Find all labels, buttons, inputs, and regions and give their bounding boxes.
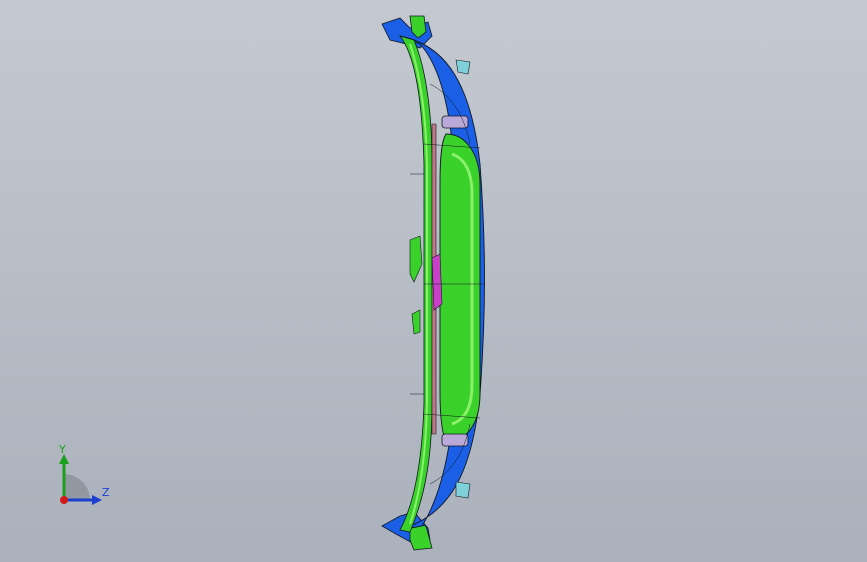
y-axis-label: Y [59, 443, 66, 456]
center-panel [439, 133, 481, 443]
bumper-part-model[interactable] [370, 14, 500, 554]
left-mount-tab-lower [411, 309, 421, 335]
left-mount-tab [409, 235, 423, 283]
z-axis-arrow [92, 495, 102, 505]
z-axis-label: Z [102, 486, 110, 499]
center-mount [431, 253, 443, 311]
upper-side-tab [455, 59, 471, 75]
upper-clip [441, 115, 469, 129]
triad-quadrant [64, 474, 90, 500]
graphics-viewport[interactable]: Y Z [0, 0, 867, 562]
lower-side-tab [455, 481, 471, 499]
origin-dot [60, 496, 68, 504]
